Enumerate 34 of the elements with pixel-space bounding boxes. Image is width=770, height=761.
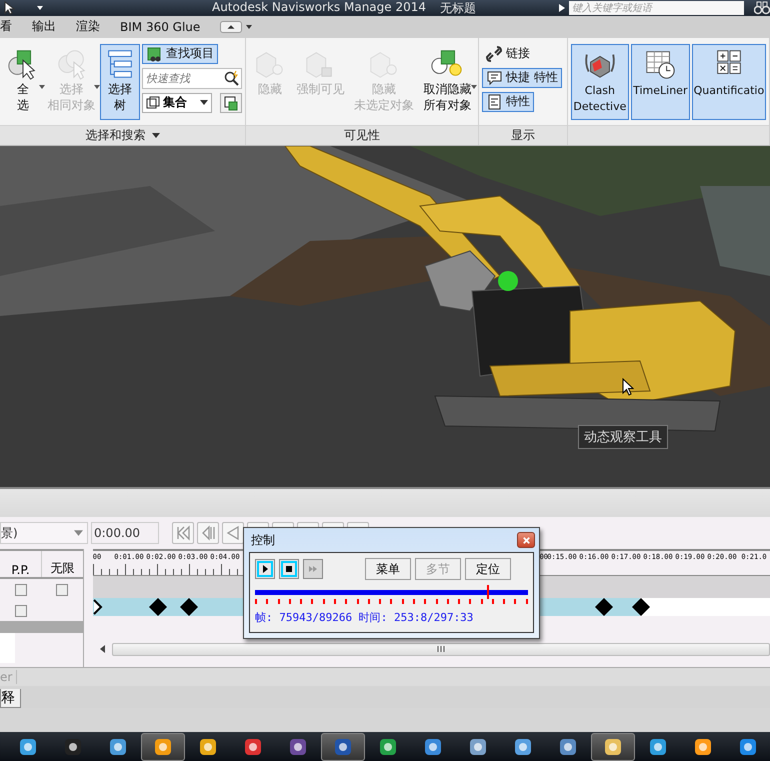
ribbon-small-button[interactable]: 快捷 特性: [482, 68, 562, 88]
selection-set-dropdown[interactable]: 集合: [142, 92, 212, 113]
frame-time-readout: 帧: 75943/89266 时间: 253:8/297:33: [255, 610, 474, 626]
ribbon-button[interactable]: Quantificatio: [692, 44, 766, 120]
3d-viewport[interactable]: 动态观察工具: [0, 146, 770, 488]
time-field[interactable]: 0:00.00: [91, 522, 159, 544]
dialog-button[interactable]: 菜单: [365, 558, 411, 580]
ribbon-group-title: 可见性: [344, 126, 380, 144]
ribbon-button[interactable]: Clash Detective: [571, 44, 629, 120]
menu-tab[interactable]: BIM 360 Glue: [120, 20, 200, 34]
ribbon-button[interactable]: TimeLiner: [630, 44, 690, 120]
column-header[interactable]: 无限: [41, 551, 83, 578]
menu-tab[interactable]: 输出: [32, 18, 56, 36]
column-header[interactable]: P.P.: [0, 551, 41, 578]
status-text: er: [0, 670, 18, 684]
ribbon-button[interactable]: 取消隐藏 所有对象: [420, 44, 476, 120]
ribbon-small-button[interactable]: 特性: [482, 92, 534, 112]
tooltip: 动态观察工具: [578, 424, 668, 449]
ribbon-small-button[interactable]: 链接: [482, 44, 534, 64]
ribbon-button[interactable]: 全 选: [3, 44, 43, 120]
panel-tab[interactable]: 释: [0, 689, 21, 708]
ribbon-small-button[interactable]: 查找项目: [142, 44, 218, 64]
ribbon-button[interactable]: 选择 树: [100, 44, 140, 120]
ribbon-group-title: 显示: [511, 126, 535, 144]
menu-tab[interactable]: 渲染: [76, 18, 100, 36]
source-dropdown[interactable]: 景): [0, 522, 88, 544]
window-title: Autodesk Navisworks Manage 2014: [212, 0, 426, 16]
ribbon-group-title: 选择和搜索: [86, 126, 146, 144]
document-title: 无标题: [440, 0, 476, 16]
dialog-button[interactable]: 定位: [465, 558, 511, 580]
menu-tab[interactable]: 看: [0, 18, 12, 36]
dialog-title: 控制: [251, 532, 275, 549]
quick-find-field[interactable]: 快速查找: [142, 68, 242, 89]
search-field[interactable]: 键入关键字或短语: [569, 1, 744, 15]
